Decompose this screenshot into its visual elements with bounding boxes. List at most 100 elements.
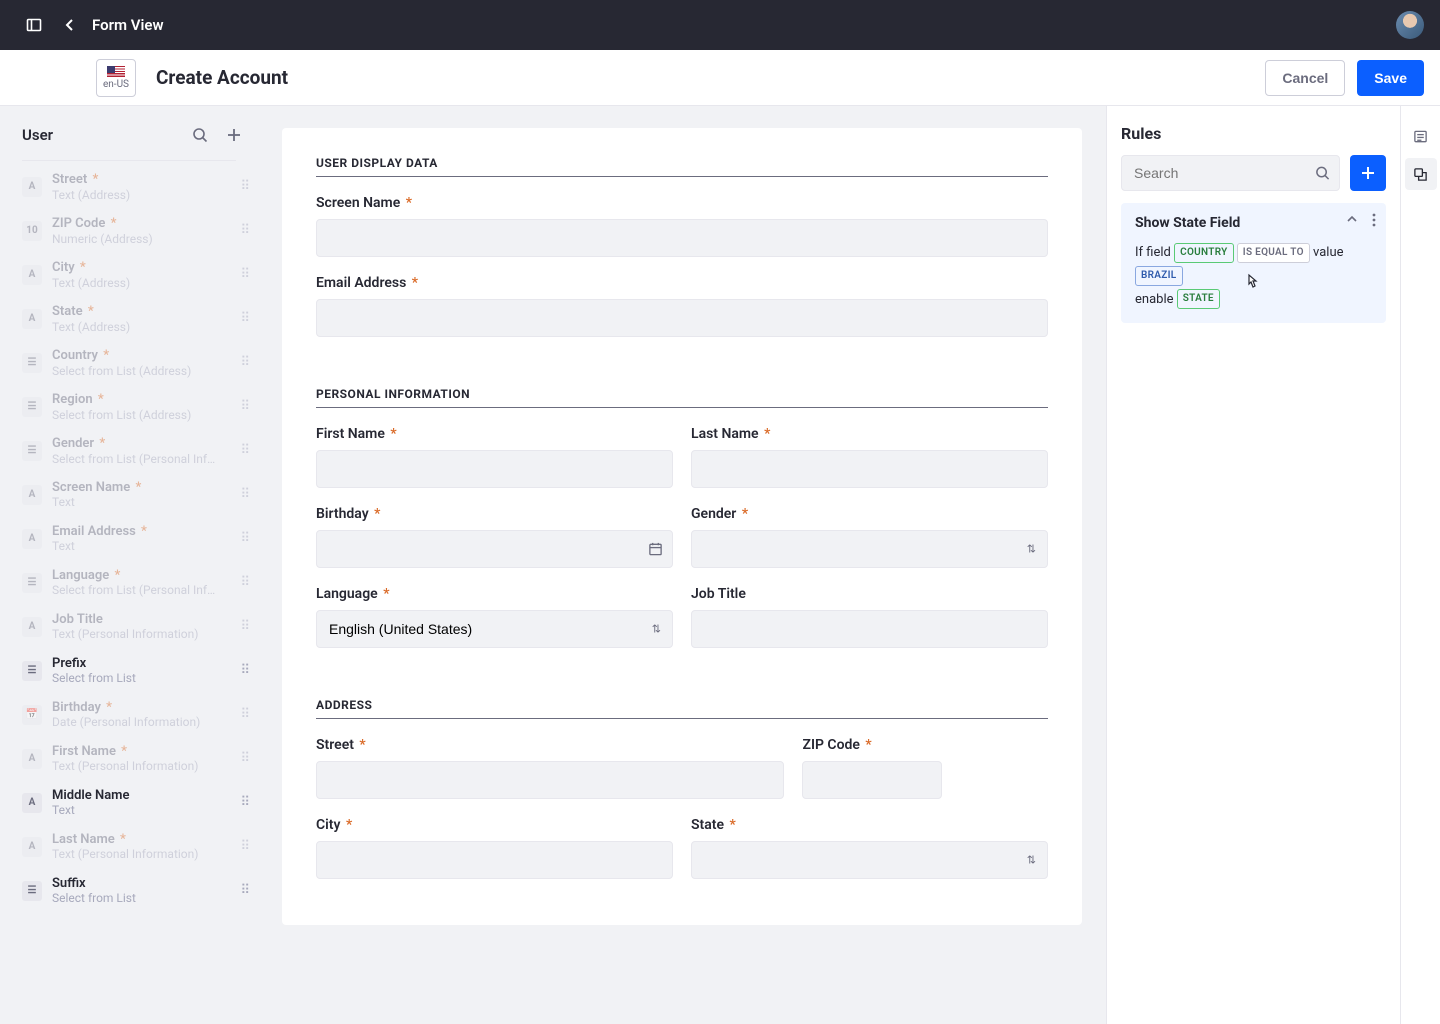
field-name: Screen Name * (52, 480, 240, 496)
calendar-icon[interactable] (648, 542, 663, 557)
topbar: Form View (0, 0, 1440, 50)
field-row[interactable]: AStreet *Text (Address)⠿ (0, 165, 258, 209)
first-name-input[interactable] (316, 450, 673, 488)
add-field-icon[interactable] (226, 127, 242, 143)
drag-handle-icon[interactable]: ⠿ (240, 663, 248, 678)
collapse-icon[interactable] (1346, 213, 1358, 227)
field-row[interactable]: A Email Address *Text⠿ (0, 517, 258, 561)
field-row[interactable]: A Last Name *Text (Personal Information)⠿ (0, 825, 258, 869)
drag-handle-icon[interactable]: ⠿ (240, 751, 248, 766)
search-icon[interactable] (192, 127, 208, 143)
job-title-input[interactable] (691, 610, 1048, 648)
drag-handle-icon[interactable]: ⠿ (240, 179, 248, 194)
last-name-input[interactable] (691, 450, 1048, 488)
field-subtype: Select from List (52, 671, 240, 685)
field-name: Prefix (52, 656, 240, 672)
fields-sidebar: User AStreet *Text (Address)⠿10ZIP Code … (0, 106, 258, 1024)
drag-handle-icon[interactable]: ⠿ (240, 267, 248, 282)
tag-operator: IS EQUAL TO (1237, 243, 1310, 263)
save-button[interactable]: Save (1357, 60, 1424, 96)
field-name: Last Name * (52, 832, 240, 848)
rule-title: Show State Field (1135, 215, 1372, 231)
field-name: Language * (52, 568, 240, 584)
panel-toggle-icon[interactable] (16, 7, 52, 43)
field-row[interactable]: AFirst Name *Text (Personal Information)… (0, 737, 258, 781)
label-screen-name: Screen Name * (316, 195, 1048, 211)
field-type-icon: ☰ (22, 881, 42, 901)
field-type-icon: A (22, 749, 42, 769)
field-row[interactable]: ACity *Text (Address)⠿ (0, 253, 258, 297)
field-row[interactable]: ☰Gender *Select from List (Personal Inf…… (0, 429, 258, 473)
field-name: Suffix (52, 876, 240, 892)
label-job-title: Job Title (691, 586, 1048, 602)
state-select[interactable] (691, 841, 1048, 879)
field-subtype: Text (Address) (52, 188, 240, 202)
drag-handle-icon[interactable]: ⠿ (240, 487, 248, 502)
search-icon[interactable] (1315, 166, 1330, 181)
field-row[interactable]: ☰Country *Select from List (Address)⠿ (0, 341, 258, 385)
drag-handle-icon[interactable]: ⠿ (240, 355, 248, 370)
drag-handle-icon[interactable]: ⠿ (240, 399, 248, 414)
field-row[interactable]: 10ZIP Code *Numeric (Address)⠿ (0, 209, 258, 253)
rules-search-input[interactable] (1121, 155, 1340, 191)
field-row[interactable]: AMiddle NameText⠿ (0, 781, 258, 825)
field-subtype: Select from List (Personal Inf… (52, 583, 240, 597)
drag-handle-icon[interactable]: ⠿ (240, 619, 248, 634)
drag-handle-icon[interactable]: ⠿ (240, 883, 248, 898)
field-subtype: Text (Personal Information) (52, 847, 240, 861)
screen-name-input[interactable] (316, 219, 1048, 257)
drag-handle-icon[interactable]: ⠿ (240, 531, 248, 546)
subheader: en-US Create Account Cancel Save (0, 50, 1440, 106)
drag-handle-icon[interactable]: ⠿ (240, 707, 248, 722)
field-row[interactable]: ☰Language *Select from List (Personal In… (0, 561, 258, 605)
page-mode-title: Form View (92, 16, 164, 34)
rule-expression: If field COUNTRY IS EQUAL TO value BRAZI… (1135, 241, 1372, 311)
rail-rules-icon[interactable] (1405, 158, 1437, 190)
field-row[interactable]: AScreen Name *Text⠿ (0, 473, 258, 517)
back-icon[interactable] (52, 7, 88, 43)
field-subtype: Numeric (Address) (52, 232, 240, 246)
tag-value: BRAZIL (1135, 266, 1183, 286)
section-user-display: USER DISPLAY DATA (316, 156, 1048, 177)
field-row[interactable]: AJob TitleText (Personal Information)⠿ (0, 605, 258, 649)
drag-handle-icon[interactable]: ⠿ (240, 575, 248, 590)
drag-handle-icon[interactable]: ⠿ (240, 311, 248, 326)
add-rule-button[interactable] (1350, 155, 1386, 191)
field-name: Email Address * (52, 524, 240, 540)
field-subtype: Text (52, 539, 240, 553)
field-row[interactable]: ☰Region *Select from List (Address)⠿ (0, 385, 258, 429)
field-row[interactable]: ☰ PrefixSelect from List⠿ (0, 649, 258, 693)
language-select[interactable] (316, 610, 673, 648)
field-row[interactable]: 📅Birthday *Date (Personal Information)⠿ (0, 693, 258, 737)
label-email: Email Address * (316, 275, 1048, 291)
birthday-input[interactable] (316, 530, 673, 568)
field-row[interactable]: AState *Text (Address)⠿ (0, 297, 258, 341)
field-name: Gender * (52, 436, 240, 452)
drag-handle-icon[interactable]: ⠿ (240, 223, 248, 238)
drag-handle-icon[interactable]: ⠿ (240, 795, 248, 810)
drag-handle-icon[interactable]: ⠿ (240, 839, 248, 854)
avatar[interactable] (1396, 11, 1424, 39)
city-input[interactable] (316, 841, 673, 879)
cancel-button[interactable]: Cancel (1265, 60, 1345, 96)
locale-selector[interactable]: en-US (96, 59, 136, 97)
rail-list-icon[interactable] (1405, 120, 1437, 152)
field-subtype: Date (Personal Information) (52, 715, 240, 729)
street-input[interactable] (316, 761, 784, 799)
field-name: Country * (52, 348, 240, 364)
rule-card[interactable]: Show State Field If field COUNTRY IS EQU… (1121, 203, 1386, 323)
drag-handle-icon[interactable]: ⠿ (240, 443, 248, 458)
gender-select[interactable] (691, 530, 1048, 568)
field-name: Region * (52, 392, 240, 408)
email-input[interactable] (316, 299, 1048, 337)
field-row[interactable]: ☰SuffixSelect from List⠿ (0, 869, 258, 913)
field-type-icon: A (22, 837, 42, 857)
field-type-icon: A (22, 793, 42, 813)
zip-input[interactable] (802, 761, 942, 799)
more-icon[interactable] (1372, 213, 1376, 227)
page-title: Create Account (156, 66, 288, 89)
field-type-icon: A (22, 529, 42, 549)
field-type-icon: ☰ (22, 661, 42, 681)
field-subtype: Text (52, 495, 240, 509)
field-type-icon: A (22, 309, 42, 329)
